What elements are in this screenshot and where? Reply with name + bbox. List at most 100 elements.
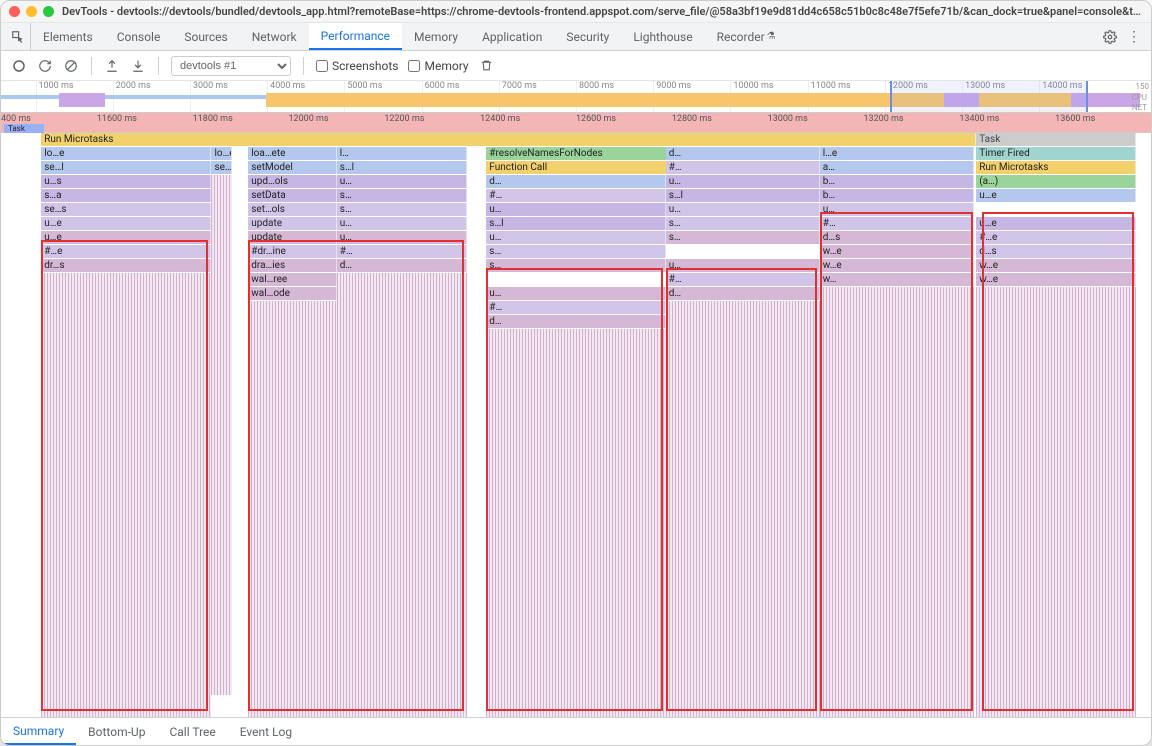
- overview-viewport[interactable]: [890, 81, 1088, 112]
- flame-bar[interactable]: b…: [820, 189, 974, 202]
- flame-bar[interactable]: s…: [486, 259, 665, 272]
- flame-bar[interactable]: dra…ies: [248, 259, 337, 272]
- flame-bar[interactable]: b…: [820, 175, 974, 188]
- flame-bar[interactable]: update: [248, 217, 337, 230]
- flame-bar[interactable]: u…: [486, 231, 665, 244]
- flame-bar[interactable]: dr…s: [41, 259, 211, 272]
- flame-dense[interactable]: [820, 287, 974, 717]
- flame-bar[interactable]: #…e: [976, 231, 1136, 244]
- upload-icon[interactable]: [104, 58, 120, 74]
- flame-dense[interactable]: [976, 287, 1136, 717]
- close-icon[interactable]: [9, 6, 20, 17]
- screenshots-checkbox[interactable]: Screenshots: [316, 59, 398, 73]
- more-icon[interactable]: ⋮: [1127, 29, 1141, 45]
- flame-bar[interactable]: u…: [666, 175, 820, 188]
- detail-tab-event-log[interactable]: Event Log: [228, 718, 304, 745]
- tab-sources[interactable]: Sources: [172, 23, 239, 50]
- flame-bar[interactable]: s…a: [41, 189, 211, 202]
- flame-bar[interactable]: loa…ete: [248, 147, 337, 160]
- flame-bar[interactable]: update: [248, 231, 337, 244]
- flame-bar[interactable]: u…e: [976, 217, 1136, 230]
- flame-bar[interactable]: #…: [337, 245, 467, 258]
- flame-bar[interactable]: u…e: [976, 189, 1136, 202]
- flame-bar[interactable]: u…e: [41, 231, 211, 244]
- flame-bar[interactable]: u…: [666, 203, 820, 216]
- flame-bar[interactable]: #…: [666, 273, 820, 286]
- flame-bar[interactable]: (a…): [976, 175, 1136, 188]
- settings-icon[interactable]: [1103, 30, 1117, 44]
- trash-icon[interactable]: [479, 58, 495, 74]
- flame-bar[interactable]: w…: [820, 273, 974, 286]
- flame-bar[interactable]: s…: [337, 203, 467, 216]
- flame-bar[interactable]: s…l: [486, 217, 665, 230]
- flame-bar[interactable]: d…: [337, 259, 467, 272]
- flame-bar[interactable]: s…: [666, 217, 820, 230]
- flame-dense[interactable]: [41, 273, 211, 717]
- flame-bar[interactable]: u…: [820, 203, 974, 216]
- flame-bar[interactable]: #…: [820, 217, 974, 230]
- flame-bar[interactable]: s…: [486, 245, 665, 258]
- tab-application[interactable]: Application: [470, 23, 554, 50]
- flame-bar[interactable]: w…e: [976, 259, 1136, 272]
- flame-bar[interactable]: setModel: [248, 161, 337, 174]
- flame-bar[interactable]: w…e: [976, 273, 1136, 286]
- flame-bar[interactable]: #…e: [41, 245, 211, 258]
- maximize-icon[interactable]: [43, 6, 54, 17]
- flame-bar[interactable]: u…: [486, 203, 665, 216]
- flame-dense[interactable]: [486, 329, 665, 717]
- flame-bar[interactable]: Run Microtasks: [41, 133, 976, 146]
- flame-bar[interactable]: Run Microtasks: [976, 161, 1136, 174]
- flame-bar[interactable]: d…s: [820, 231, 974, 244]
- flame-bar[interactable]: u…: [337, 175, 467, 188]
- flame-bar[interactable]: d…: [486, 175, 665, 188]
- flame-bar[interactable]: l…: [337, 147, 467, 160]
- tab-memory[interactable]: Memory: [402, 23, 470, 50]
- tab-network[interactable]: Network: [240, 23, 309, 50]
- flame-bar[interactable]: upd…ols: [248, 175, 337, 188]
- clear-icon[interactable]: [63, 58, 79, 74]
- flame-bar[interactable]: d…: [666, 287, 820, 300]
- flame-bar[interactable]: se…s: [41, 203, 211, 216]
- tab-recorder[interactable]: Recorder⚗: [705, 23, 788, 50]
- flame-bar[interactable]: u…s: [41, 175, 211, 188]
- tab-security[interactable]: Security: [554, 23, 621, 50]
- flame-bar[interactable]: d…: [666, 147, 820, 160]
- overview-ruler[interactable]: 1000 ms2000 ms3000 ms4000 ms5000 ms6000 …: [1, 81, 1151, 113]
- tab-elements[interactable]: Elements: [31, 23, 105, 50]
- flame-bar[interactable]: d…: [486, 315, 665, 328]
- flame-bar[interactable]: set…ols: [248, 203, 337, 216]
- flame-bar[interactable]: s…l: [337, 161, 467, 174]
- flame-dense[interactable]: [337, 273, 467, 717]
- flame-bar[interactable]: lo…e: [211, 147, 232, 160]
- minimize-icon[interactable]: [26, 6, 37, 17]
- flame-bar[interactable]: a…: [820, 161, 974, 174]
- flame-bar[interactable]: s…l: [666, 189, 820, 202]
- flame-bar[interactable]: #…: [666, 161, 820, 174]
- tab-lighthouse[interactable]: Lighthouse: [621, 23, 704, 50]
- detail-tab-summary[interactable]: Summary: [1, 718, 76, 745]
- flame-chart[interactable]: Run MicrotasksTaskTimer FiredRun Microta…: [1, 133, 1151, 717]
- flame-bar[interactable]: u…: [666, 259, 820, 272]
- flame-bar[interactable]: se…l: [41, 161, 211, 174]
- flame-dense[interactable]: [248, 301, 337, 717]
- flame-bar[interactable]: u…: [486, 287, 665, 300]
- flame-dense[interactable]: [211, 175, 232, 695]
- tab-console[interactable]: Console: [105, 23, 173, 50]
- flame-bar[interactable]: u…: [337, 217, 467, 230]
- reload-icon[interactable]: [37, 58, 53, 74]
- flame-bar[interactable]: l…e: [820, 147, 974, 160]
- flame-bar[interactable]: u…e: [41, 217, 211, 230]
- flame-bar[interactable]: setData: [248, 189, 337, 202]
- flame-bar[interactable]: wal…ode: [248, 287, 337, 300]
- profile-select[interactable]: devtools #1: [171, 56, 291, 76]
- tab-performance[interactable]: Performance: [309, 23, 402, 50]
- flame-bar[interactable]: s…: [666, 231, 820, 244]
- inspect-element-icon[interactable]: [5, 23, 31, 50]
- download-icon[interactable]: [130, 58, 146, 74]
- detail-tab-bottom-up[interactable]: Bottom-Up: [76, 718, 157, 745]
- flame-bar[interactable]: wal…ree: [248, 273, 337, 286]
- memory-checkbox[interactable]: Memory: [408, 59, 468, 73]
- flame-bar[interactable]: w…e: [820, 245, 974, 258]
- task-chip-left[interactable]: Task: [4, 124, 44, 133]
- detail-tab-call-tree[interactable]: Call Tree: [157, 718, 227, 745]
